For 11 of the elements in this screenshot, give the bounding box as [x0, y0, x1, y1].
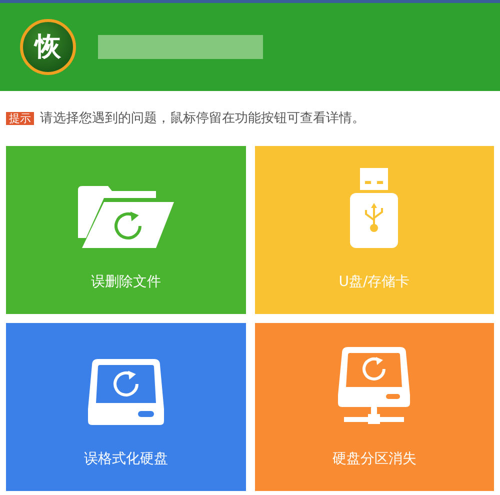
- function-tile[interactable]: U盘/存储卡: [254, 146, 494, 314]
- function-tile[interactable]: 误格式化硬盘: [6, 323, 246, 491]
- function-tile[interactable]: 误删除文件: [6, 146, 246, 314]
- usb-drive-icon: [350, 168, 398, 248]
- network-drive-icon: [338, 346, 410, 424]
- function-tile[interactable]: 硬盘分区消失: [254, 323, 494, 491]
- hard-drive-icon: [88, 358, 164, 424]
- tip-text: 请选择您遇到的问题，鼠标停留在功能按钮可查看详情。: [40, 110, 365, 128]
- logo-character: 恢: [35, 34, 61, 60]
- tip-badge: 提示: [6, 112, 34, 126]
- folder-icon: [78, 186, 174, 248]
